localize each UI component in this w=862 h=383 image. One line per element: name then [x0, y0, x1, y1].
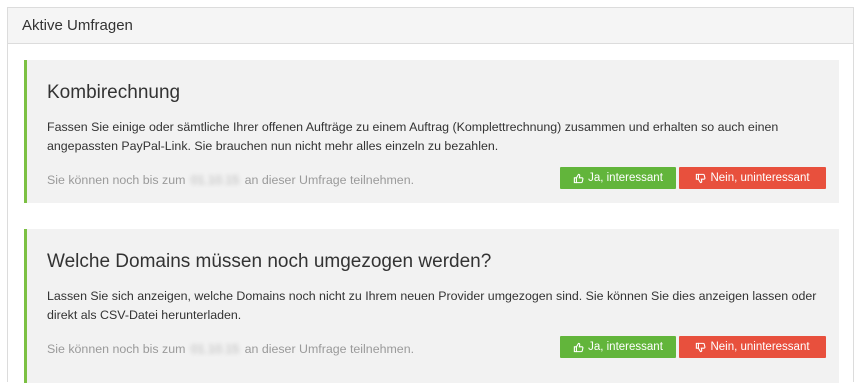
thumbs-down-icon: [695, 173, 706, 184]
deadline-date: 01.10.15: [190, 173, 240, 187]
interested-label: Ja, interessant: [588, 172, 663, 184]
not-interested-button[interactable]: Nein, uninteressant: [679, 167, 826, 189]
deadline-text-after: an dieser Umfrage teilnehmen.: [244, 173, 415, 187]
thumbs-down-icon: [695, 342, 706, 353]
interested-button[interactable]: Ja, interessant: [560, 167, 676, 189]
survey-title: Kombirechnung: [47, 82, 181, 103]
deadline-text-after: an dieser Umfrage teilnehmen.: [244, 342, 415, 356]
deadline-date: 01.10.15: [190, 342, 240, 356]
active-surveys-panel: Aktive Umfragen Kombirechnung Fassen Sie…: [7, 7, 854, 383]
interested-button[interactable]: Ja, interessant: [560, 336, 676, 358]
deadline-text-before: Sie können noch bis zum: [47, 342, 186, 356]
interested-label: Ja, interessant: [588, 341, 663, 353]
not-interested-label: Nein, uninteressant: [710, 341, 810, 353]
not-interested-button[interactable]: Nein, uninteressant: [679, 336, 826, 358]
survey-deadline-note: Sie können noch bis zum 01.10.15 an dies…: [47, 342, 414, 356]
thumbs-up-icon: [573, 342, 584, 353]
survey-deadline-note: Sie können noch bis zum 01.10.15 an dies…: [47, 173, 414, 187]
survey-title: Welche Domains müssen noch umgezogen wer…: [47, 251, 492, 272]
survey-description: Fassen Sie einige oder sämtliche Ihrer o…: [47, 120, 779, 153]
panel-title: Aktive Umfragen: [8, 8, 853, 44]
survey-description: Lassen Sie sich anzeigen, welche Domains…: [47, 289, 817, 322]
survey-card: Kombirechnung Fassen Sie einige oder säm…: [24, 60, 839, 203]
not-interested-label: Nein, uninteressant: [710, 172, 810, 184]
survey-card: Welche Domains müssen noch umgezogen wer…: [24, 229, 839, 383]
thumbs-up-icon: [573, 173, 584, 184]
deadline-text-before: Sie können noch bis zum: [47, 173, 186, 187]
